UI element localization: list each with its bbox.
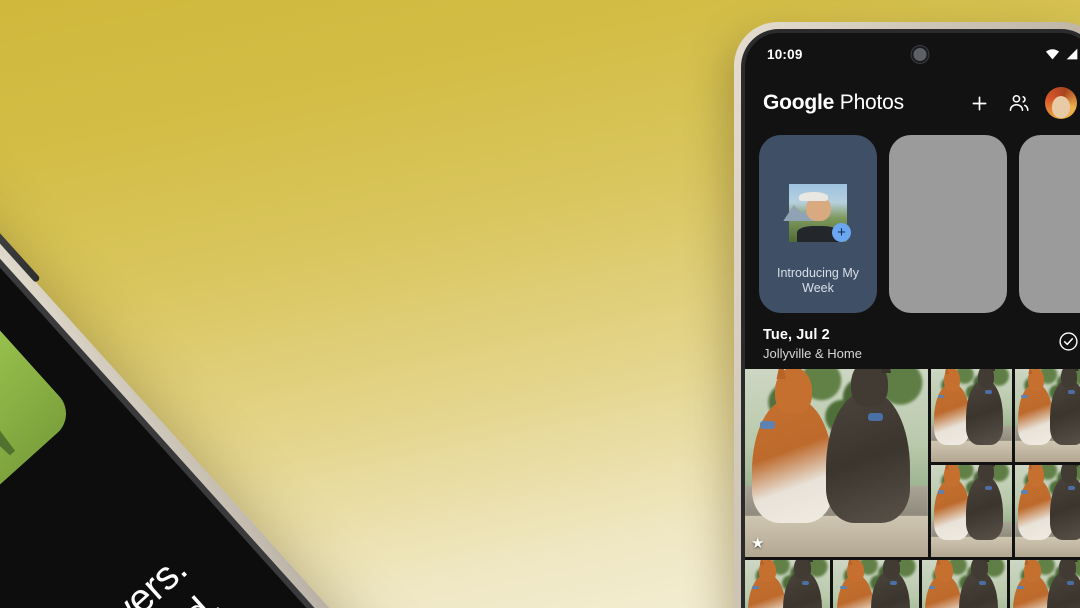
memory-card-caption: Introducing My Week (777, 265, 859, 296)
memory-card-placeholder-2[interactable] (1019, 135, 1080, 313)
app-bar: Google Photos (745, 75, 1080, 131)
photo-thumbnail[interactable] (1009, 560, 1080, 608)
sharing-button[interactable] (999, 83, 1039, 123)
front-camera-punch-hole-icon (911, 46, 929, 63)
right-phone-device: 10:09 Google Photos + Introducing My Wee… (734, 22, 1080, 608)
right-phone-bezel: 10:09 Google Photos + Introducing My Wee… (741, 29, 1080, 608)
brand-bold: Google (763, 91, 835, 114)
photo-thumbnail[interactable] (921, 560, 1007, 608)
status-bar: 10:09 (745, 33, 1080, 75)
favorite-star-icon: ★ (751, 535, 765, 552)
photo-thumbnail[interactable] (931, 464, 1012, 557)
wifi-icon (1045, 49, 1060, 60)
photo-grid-row (931, 464, 1080, 557)
photo-thumbnail-hero[interactable]: ★ (745, 369, 928, 557)
promo-stage: + My Week Forget about followers. Share … (0, 0, 1080, 608)
page-title: Google Photos (763, 91, 959, 115)
status-clock: 10:09 (767, 46, 803, 62)
photo-grid-row (931, 369, 1080, 462)
photo-thumbnail[interactable] (1014, 369, 1080, 462)
photo-thumbnail[interactable] (745, 560, 831, 608)
left-phone-device: + My Week Forget about followers. Share … (0, 0, 561, 608)
plus-badge-icon: + (832, 223, 851, 242)
day-date: Tue, Jul 2 (763, 327, 830, 343)
memories-carousel[interactable]: + Introducing My Week (745, 131, 1080, 313)
photo-thumbnail[interactable] (1014, 464, 1080, 557)
check-circle-icon (1059, 332, 1078, 351)
photo-thumbnail[interactable] (833, 560, 919, 608)
photo-card-grass[interactable] (0, 229, 77, 516)
profile-avatar-button[interactable] (1045, 87, 1077, 119)
cell-signal-icon (1066, 48, 1078, 60)
left-memory-row: + My Week (0, 229, 110, 608)
day-header: Tue, Jul 2 Jollyville & Home (745, 313, 1080, 369)
status-icons (1045, 48, 1079, 60)
photo-grid: ★ (745, 369, 1080, 557)
day-location: Jollyville & Home (763, 346, 862, 361)
photo-thumbnail[interactable] (931, 369, 1012, 462)
photo-grid-thumb-column (931, 369, 1080, 557)
right-phone-screen: 10:09 Google Photos + Introducing My Wee… (745, 33, 1080, 608)
onboarding-title: Forget about followers. Share what feels… (0, 527, 250, 608)
left-phone-bezel: + My Week Forget about followers. Share … (0, 3, 546, 608)
photo-grid-bottom-row (745, 560, 1080, 608)
photo-grid-hero-column: ★ (745, 369, 928, 557)
people-icon (1009, 94, 1029, 112)
memory-card-placeholder-1[interactable] (889, 135, 1007, 313)
select-day-button[interactable] (1058, 331, 1079, 352)
memory-card-introducing-my-week[interactable]: + Introducing My Week (759, 135, 877, 313)
brand-light: Photos (834, 91, 904, 114)
photo-shadow-on-grass (0, 229, 77, 516)
avatar: + (783, 184, 851, 242)
onboarding-sheet: Forget about followers. Share what feels… (0, 503, 537, 608)
plus-icon (972, 96, 986, 110)
left-phone-screen: + My Week Forget about followers. Share … (0, 12, 537, 608)
add-button[interactable] (959, 83, 999, 123)
